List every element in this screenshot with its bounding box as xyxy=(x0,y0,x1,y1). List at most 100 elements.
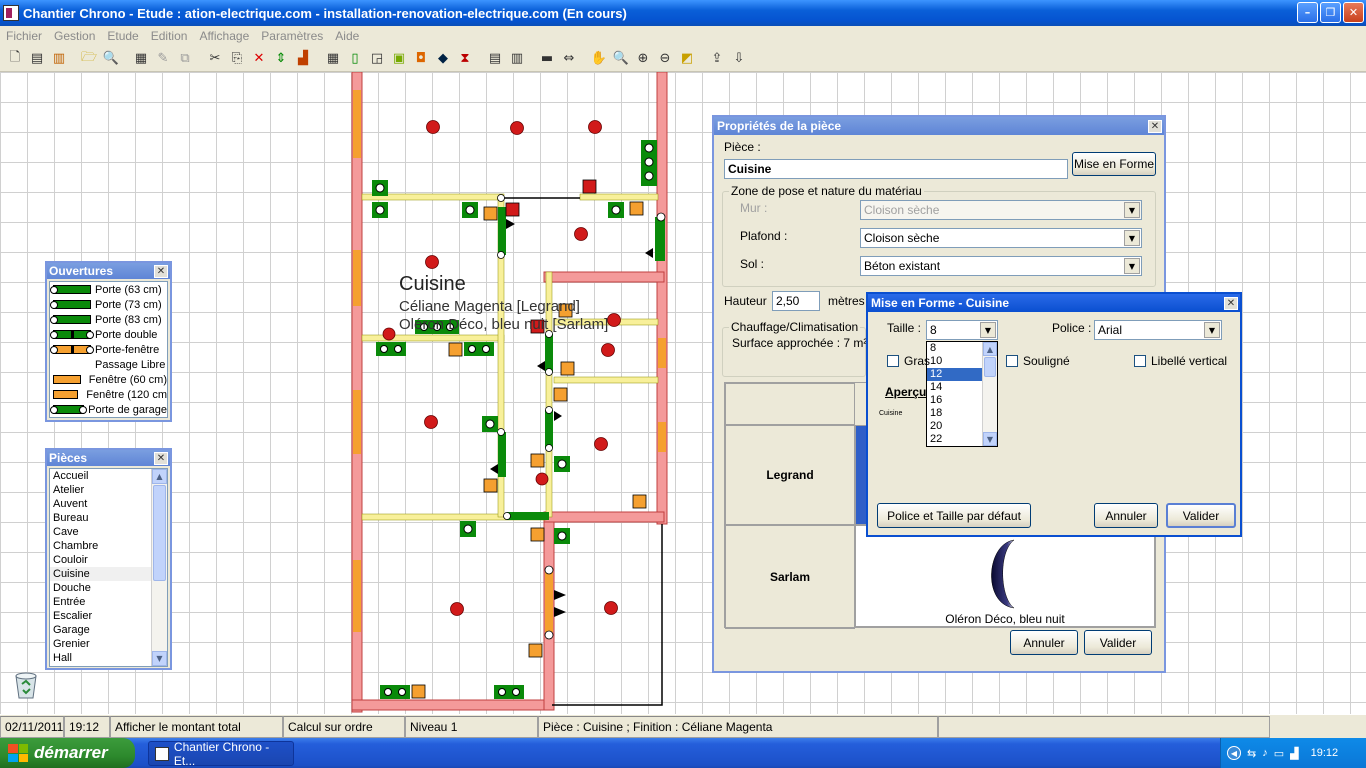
status-montant[interactable]: Afficher le montant total xyxy=(110,716,283,738)
wall-right[interactable] xyxy=(656,72,668,525)
scroll-down-icon[interactable]: ▼ xyxy=(152,651,167,666)
open-folder-icon[interactable]: 🗁 xyxy=(78,49,100,69)
mise-en-forme-valider-button[interactable]: Valider xyxy=(1166,503,1236,528)
zoom-in-icon[interactable]: ⊕ xyxy=(632,49,654,69)
chevron-down-icon[interactable]: ▼ xyxy=(1124,258,1140,274)
ouverture-item[interactable]: Porte (63 cm) xyxy=(50,282,167,297)
print-preview-icon[interactable]: 🔍 xyxy=(100,49,122,69)
souligne-checkbox[interactable] xyxy=(1006,355,1018,367)
menu-parametres[interactable]: Paramètres xyxy=(255,29,329,43)
pieces-list[interactable]: Accueil Atelier Auvent Bureau Cave Chambre Cou… xyxy=(49,468,168,667)
close-button[interactable]: ✕ xyxy=(1343,2,1364,23)
piece-name-input[interactable]: Cuisine xyxy=(724,159,1068,179)
taille-option[interactable]: 10 xyxy=(927,355,982,368)
door-5[interactable] xyxy=(498,432,506,477)
measure-icon[interactable]: ⇔ xyxy=(558,49,580,69)
door-4[interactable] xyxy=(545,410,553,448)
window-inner[interactable] xyxy=(545,572,553,632)
chevron-down-icon[interactable]: ▼ xyxy=(980,322,996,338)
menu-fichier[interactable]: Fichier xyxy=(0,29,48,43)
speaker-icon[interactable]: ♪ xyxy=(1262,747,1268,759)
piece-list-item[interactable]: Cuisine xyxy=(50,567,167,581)
window-left-4[interactable] xyxy=(353,560,361,632)
chevron-down-icon[interactable]: ▼ xyxy=(1124,230,1140,246)
window-left-1[interactable] xyxy=(353,90,361,158)
piece-list-item[interactable]: Bureau xyxy=(50,511,167,525)
list-icon[interactable]: ▥ xyxy=(48,49,70,69)
ouverture-item[interactable]: Porte-fenêtre xyxy=(50,342,167,357)
taille-select[interactable]: 8 ▼ xyxy=(926,320,998,340)
ouverture-item[interactable]: Passage Libre xyxy=(50,357,167,372)
wall-inner-bottom[interactable] xyxy=(543,511,665,523)
grid-icon[interactable]: ▦ xyxy=(322,49,344,69)
bed-icon[interactable]: ▟ xyxy=(292,49,314,69)
pieces-close-button[interactable]: ✕ xyxy=(154,451,168,465)
ouverture-item[interactable]: Porte de garage xyxy=(50,402,167,417)
network-icon[interactable]: ⇆ xyxy=(1247,747,1256,760)
restore-button[interactable]: ❐ xyxy=(1320,2,1341,23)
piece-list-item[interactable]: Escalier xyxy=(50,609,167,623)
signal-icon[interactable]: ▟ xyxy=(1290,747,1298,760)
ruler-icon[interactable]: ▬ xyxy=(536,49,558,69)
zoom-icon[interactable]: 🔍 xyxy=(610,49,632,69)
partition-2[interactable] xyxy=(579,193,659,201)
taskbar-app-button[interactable]: Chantier Chrono - Et... xyxy=(148,740,294,768)
document-icon[interactable]: ▤ xyxy=(26,49,48,69)
new-icon[interactable]: 🗋 xyxy=(4,49,26,69)
hauteur-input[interactable]: 2,50 xyxy=(772,291,820,311)
calculator-icon[interactable]: ▦ xyxy=(130,49,152,69)
scroll-thumb[interactable] xyxy=(984,357,996,377)
piece-list-item[interactable]: Atelier xyxy=(50,483,167,497)
menu-gestion[interactable]: Gestion xyxy=(48,29,101,43)
menu-edition[interactable]: Edition xyxy=(145,29,194,43)
ouvertures-close-button[interactable]: ✕ xyxy=(154,264,168,278)
door-6[interactable] xyxy=(507,512,549,520)
door-2[interactable] xyxy=(655,217,665,261)
delete-icon[interactable]: ✕ xyxy=(248,49,270,69)
door-3[interactable] xyxy=(545,334,553,372)
proprietes-annuler-button[interactable]: Annuler xyxy=(1010,630,1078,655)
window-icon[interactable]: ◘ xyxy=(410,49,432,69)
pan-hand-icon[interactable]: ✋ xyxy=(588,49,610,69)
ouverture-item[interactable]: Porte double xyxy=(50,327,167,342)
crop-icon[interactable]: ⧗ xyxy=(454,49,476,69)
import-down-icon[interactable]: ⇩ xyxy=(728,49,750,69)
chevron-down-icon[interactable]: ▼ xyxy=(1204,322,1220,338)
layers-icon[interactable]: ▥ xyxy=(506,49,528,69)
proprietes-close-button[interactable]: ✕ xyxy=(1148,119,1162,133)
scroll-down-icon[interactable]: ▼ xyxy=(983,432,997,446)
window-right-1[interactable] xyxy=(658,338,666,368)
piece-list-item[interactable]: Hall xyxy=(50,651,167,665)
monitor-icon[interactable]: ▭ xyxy=(1274,747,1284,760)
taille-option[interactable]: 12 xyxy=(927,368,982,381)
menu-etude[interactable]: Etude xyxy=(101,29,144,43)
taille-option[interactable]: 22 xyxy=(927,433,982,446)
door-1[interactable] xyxy=(498,207,506,255)
taille-dropdown-list[interactable]: 8 10 12 14 16 18 20 22 ▲ ▼ xyxy=(926,341,998,447)
police-taille-defaut-button[interactable]: Police et Taille par défaut xyxy=(877,503,1031,528)
ouverture-item[interactable]: Porte (83 cm) xyxy=(50,312,167,327)
proprietes-valider-button[interactable]: Valider xyxy=(1084,630,1152,655)
copy-doc-icon[interactable]: ⧉ xyxy=(174,49,196,69)
gras-checkbox[interactable] xyxy=(887,355,899,367)
copy-icon[interactable]: ⎘ xyxy=(226,49,248,69)
taille-option[interactable]: 20 xyxy=(927,420,982,433)
piece-list-item[interactable]: Auvent xyxy=(50,497,167,511)
window-left-3[interactable] xyxy=(353,390,361,454)
mise-en-forme-annuler-button[interactable]: Annuler xyxy=(1094,503,1158,528)
piece-list-item[interactable]: Accueil xyxy=(50,469,167,483)
piece-list-item[interactable]: Grenier xyxy=(50,637,167,651)
menu-aide[interactable]: Aide xyxy=(329,29,365,43)
minimize-button[interactable]: – xyxy=(1297,2,1318,23)
taille-option[interactable]: 8 xyxy=(927,342,982,355)
recycle-bin-icon[interactable] xyxy=(12,670,40,700)
piece-list-item[interactable]: Cave xyxy=(50,525,167,539)
libelle-vertical-checkbox[interactable] xyxy=(1134,355,1146,367)
piece-list-item[interactable]: Entrée xyxy=(50,595,167,609)
export-up-icon[interactable]: ⇪ xyxy=(706,49,728,69)
sol-select[interactable]: Béton existant ▼ xyxy=(860,256,1142,276)
wall-inner-top[interactable] xyxy=(543,271,665,283)
ouverture-item[interactable]: Fenêtre (120 cm xyxy=(50,387,167,402)
scroll-up-icon[interactable]: ▲ xyxy=(152,469,167,484)
start-button[interactable]: démarrer xyxy=(0,738,135,768)
